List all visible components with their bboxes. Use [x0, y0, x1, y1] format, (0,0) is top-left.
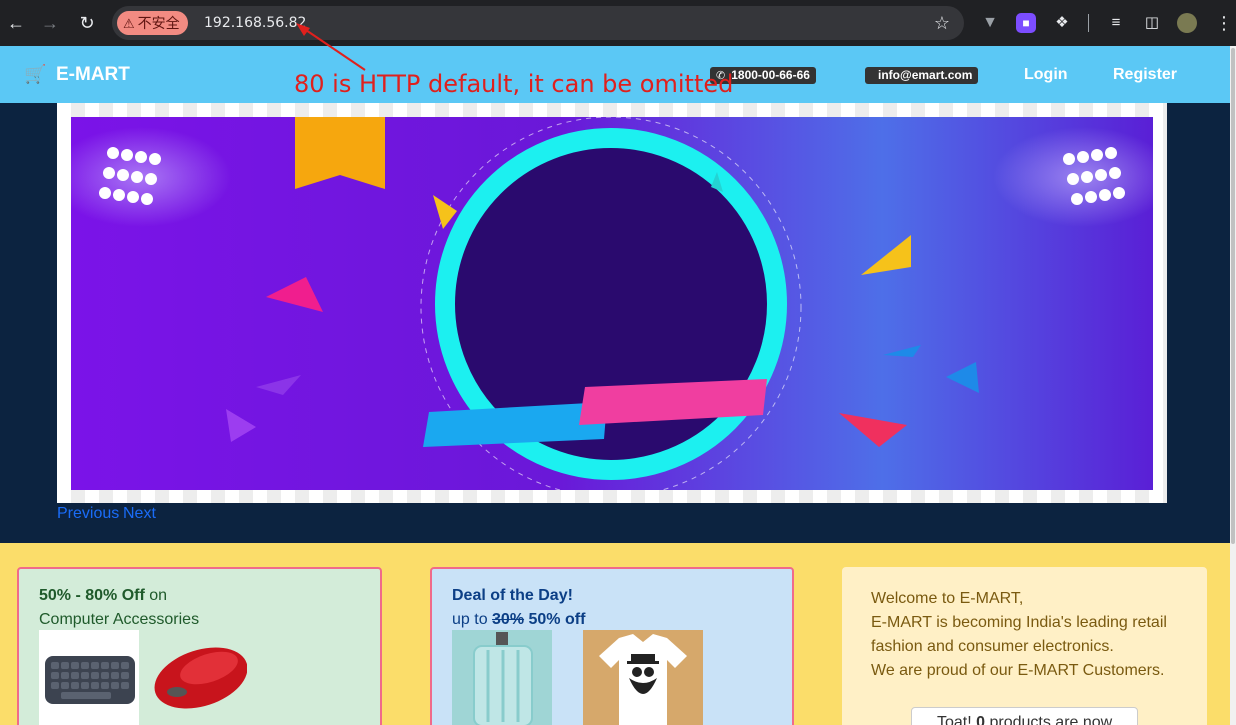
deal-title-text: Deal of the Day! — [452, 587, 573, 604]
toolbar-divider — [1088, 14, 1089, 32]
toast-suffix: products are now — [985, 714, 1113, 725]
brand-link[interactable]: 🛒 E-MART — [24, 46, 130, 103]
carousel-next-link[interactable]: Next — [123, 505, 156, 523]
phone-number: 1800-00-66-66 — [731, 68, 810, 82]
welcome-line: E-MART is becoming India's leading retai… — [871, 614, 1167, 631]
scrollbar-thumb[interactable] — [1231, 48, 1235, 544]
hero-section: Previous Next — [0, 103, 1230, 543]
carousel-slide — [57, 103, 1167, 503]
welcome-panel: Welcome to E-MART, E-MART is becoming In… — [842, 567, 1207, 725]
welcome-line: We are proud of our E-MART Customers. — [871, 662, 1165, 679]
offer-discount: 50% - 80% Off — [39, 587, 145, 604]
page-scrollbar[interactable] — [1230, 46, 1236, 725]
offer-headline: 50% - 80% Off on — [39, 584, 167, 608]
carousel-previous-link[interactable]: Previous — [57, 505, 119, 523]
register-link[interactable]: Register — [1113, 46, 1177, 103]
keyboard-image[interactable] — [39, 630, 139, 725]
deal-new-discount: 50% off — [524, 611, 586, 628]
welcome-line: fashion and consumer electronics. — [871, 638, 1114, 655]
offer-card: 50% - 80% Off on Computer Accessories — [17, 567, 382, 725]
deal-card: Deal of the Day! up to 30% 50% off — [430, 567, 794, 725]
side-panel-icon[interactable]: ◫ — [1142, 13, 1162, 33]
address-bar[interactable]: ⚠ 不安全 192.168.56.82 ☆ — [112, 6, 964, 40]
reading-list-icon[interactable]: ≡ — [1106, 13, 1126, 33]
product-count-toast: Toat! 0 products are now — [911, 707, 1138, 725]
security-warning-chip[interactable]: ⚠ 不安全 — [117, 11, 188, 35]
back-icon[interactable]: ← — [4, 11, 28, 35]
cart-icon: 🛒 — [24, 64, 47, 84]
deal-prefix: up to — [452, 611, 493, 628]
welcome-line: Welcome to E-MART, — [871, 590, 1024, 607]
toast-count: 0 — [976, 714, 986, 725]
deal-discount: up to 30% 50% off — [452, 608, 585, 632]
offer-connector: on — [144, 587, 168, 604]
email-address: info@emart.com — [878, 68, 973, 82]
toast-prefix: Toat! — [937, 714, 977, 725]
brand-name: E-MART — [56, 64, 130, 85]
login-link[interactable]: Login — [1024, 46, 1068, 103]
tshirt-image[interactable] — [583, 630, 703, 725]
browser-toolbar: ← → ↻ ⚠ 不安全 192.168.56.82 ☆ ▼ ■ ❖ ≡ ◫ ⋮ — [0, 0, 1236, 46]
url-text[interactable]: 192.168.56.82 — [204, 6, 306, 40]
star-icon[interactable]: ☆ — [934, 6, 950, 40]
forward-icon[interactable]: → — [38, 11, 62, 35]
extension-icon[interactable]: ▼ — [980, 13, 1000, 33]
annotation-text: 80 is HTTP default, it can be omitted — [294, 70, 734, 98]
puzzle-icon[interactable]: ❖ — [1052, 13, 1072, 33]
mouse-image[interactable] — [147, 630, 248, 725]
kebab-menu-icon[interactable]: ⋮ — [1214, 13, 1234, 33]
deal-title: Deal of the Day! — [452, 584, 573, 608]
security-chip-label: 不安全 — [137, 15, 180, 31]
suitcase-image[interactable] — [452, 630, 552, 725]
profile-avatar[interactable] — [1177, 13, 1197, 33]
offer-category: Computer Accessories — [39, 611, 200, 628]
deal-old-discount: 30% — [492, 611, 525, 628]
warning-icon: ⚠ — [123, 16, 135, 31]
email-badge: info@emart.com — [865, 67, 979, 84]
reload-icon[interactable]: ↻ — [75, 11, 99, 35]
banner-image — [71, 117, 1153, 490]
extension-icon[interactable]: ■ — [1016, 13, 1036, 33]
